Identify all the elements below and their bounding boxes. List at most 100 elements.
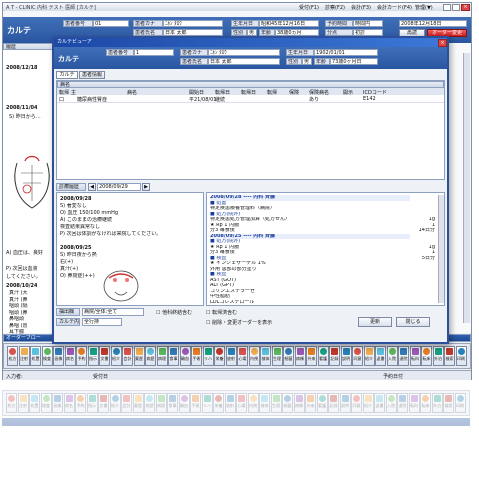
order-tool-button[interactable]: 説明 [340,346,352,366]
reflected-tool-button[interactable]: 病名 [63,393,75,413]
close-icon[interactable]: × [461,4,470,11]
order-tool-button[interactable]: 退院 [398,346,409,366]
order-tool-button[interactable]: 返書 [375,346,386,366]
reflected-tool-button[interactable]: 退院 [397,393,408,413]
vertical-scrollbar[interactable] [463,53,470,323]
order-tool-button[interactable]: 入院 [386,346,398,366]
reflected-tool-button[interactable]: 栄養 [213,393,224,413]
table-row[interactable]: 口 糖尿病性腎症 平21/08/01 継続 あり E142 [57,95,444,103]
order-tool-button[interactable]: 文書 [99,346,110,366]
order-tool-button[interactable]: 検索 [444,346,455,366]
order-tool-button[interactable]: 紹介 [110,346,122,366]
reflected-tool-button[interactable]: 検体 [259,393,270,413]
reserve-field[interactable]: 時間円 [353,20,383,27]
reflected-tool-button[interactable]: 輸血 [178,393,190,413]
reflected-tool-button[interactable]: 紹介 [362,393,374,413]
menu-uketsuke[interactable]: 受付(F1) [299,4,319,11]
dialog-close-icon[interactable]: × [438,39,447,47]
reflected-tool-button[interactable]: 注射 [17,393,29,413]
close-button[interactable]: 閉じる [396,317,430,327]
order-tool-button[interactable]: 指示 [87,346,99,366]
history-date-2[interactable]: 2008/11/04 [6,105,37,111]
reflected-tool-button[interactable]: 検査 [40,393,52,413]
order-tool-button[interactable]: 検体 [260,346,271,366]
patient-no-field[interactable]: 01 [93,20,129,27]
menu-kaikei[interactable]: 会計(F3) [351,4,371,11]
order-tool-button[interactable]: 検査 [41,346,53,366]
order-tool-button[interactable]: 薬歴 [133,346,145,366]
reflected-tool-button[interactable]: 文書 [98,393,109,413]
reflected-tool-button[interactable]: 生理 [270,393,282,413]
update-button[interactable]: 更新 [358,317,392,327]
order-tool-button[interactable]: 注射 [18,346,30,366]
reflected-tool-button[interactable]: 予約 [75,393,86,413]
reflected-tool-button[interactable]: 入院 [385,393,397,413]
reflected-tool-button[interactable]: 指示 [86,393,98,413]
order-tool-button[interactable]: 放射 [225,346,237,366]
reflected-tool-button[interactable]: 説明 [339,393,351,413]
reflected-tool-button[interactable]: 印刷 [454,393,466,413]
order-tool-button[interactable]: 生理 [271,346,283,366]
reflected-tool-button[interactable]: 手術 [190,393,201,413]
reflected-tool-button[interactable]: 画像 [52,393,63,413]
minimize-icon[interactable] [443,4,451,11]
tab-karte[interactable]: カルテ [56,71,78,79]
order-tool-button[interactable]: 処置 [30,346,41,366]
order-tool-button[interactable]: 印刷 [455,346,467,366]
order-tool-button[interactable]: 病歴 [145,346,156,366]
prev-date-button[interactable]: ◀ [88,183,96,191]
order-tool-button[interactable]: 紹介 [363,346,375,366]
order-tool-button[interactable]: 看護 [317,346,329,366]
reflected-tool-button[interactable]: リハ [201,393,213,413]
reflected-tool-button[interactable]: 食事 [167,393,178,413]
order-tool-button[interactable]: 心電 [237,346,248,366]
orders-scrollbar[interactable] [438,195,444,303]
history-date-select[interactable]: 2008/09/29 [97,183,141,191]
reflected-tool-button[interactable]: 薬歴 [132,393,144,413]
reflected-tool-button[interactable]: 内視 [247,393,259,413]
reflected-tool-button[interactable]: 処方 [6,393,17,413]
menu-kanri[interactable]: 管理(▼) [415,4,433,11]
reflected-tool-button[interactable]: 細菌 [282,393,293,413]
order-tool-button[interactable]: 転科 [409,346,421,366]
next-date-button[interactable]: ▶ [142,183,150,191]
order-tool-button[interactable]: 会計 [122,346,133,366]
order-tool-button[interactable]: 細菌 [283,346,294,366]
reflected-tool-button[interactable]: 検索 [443,393,454,413]
menu-kaikei-card[interactable]: 会計カード(F4) [377,4,412,11]
reflected-tool-button[interactable]: 病歴 [144,393,155,413]
order-tool-button[interactable]: 処方 [7,346,18,366]
reflected-tool-button[interactable]: 放射 [224,393,236,413]
reflected-tool-button[interactable]: 外泊 [431,393,443,413]
order-tool-button[interactable]: 食事 [168,346,179,366]
reflected-tool-button[interactable]: 記録 [328,393,339,413]
reflected-tool-button[interactable]: 心電 [236,393,247,413]
reflected-tool-button[interactable]: 処置 [29,393,40,413]
reflected-tool-button[interactable]: 紹介 [109,393,121,413]
maximize-icon[interactable] [452,4,460,11]
tab-patient-info[interactable]: 患者情報 [79,71,105,79]
order-tool-button[interactable]: 同意 [352,346,363,366]
visit-field[interactable]: 初診 [353,29,383,36]
history-date-1[interactable]: 2008/12/18 [6,65,37,71]
history-date-3[interactable]: 2008/10/24 [6,283,37,289]
order-tool-button[interactable]: 画像 [53,346,64,366]
reflected-tool-button[interactable]: 会計 [121,393,132,413]
order-tool-button[interactable]: 病名 [64,346,76,366]
reflected-tool-button[interactable]: 返書 [374,393,385,413]
menu-shinsatsu[interactable]: 診察(F2) [325,4,345,11]
reflected-tool-button[interactable]: 同意 [351,393,362,413]
order-tool-button[interactable]: 病棟 [294,346,306,366]
order-tool-button[interactable]: 予約 [76,346,87,366]
filter-sub-select[interactable]: 全行持 [82,318,122,326]
reflected-tool-button[interactable]: 転床 [420,393,431,413]
reflected-tool-button[interactable]: 看護 [316,393,328,413]
order-tool-button[interactable]: 病理 [156,346,168,366]
order-tool-button[interactable]: 記録 [329,346,340,366]
date-field[interactable]: 2008年12月18日 [399,20,467,27]
order-tool-button[interactable]: 外来 [306,346,317,366]
opt-deleted[interactable]: ☐ 削除・変更オーダーを表示 [206,319,272,326]
reflected-tool-button[interactable]: 外来 [305,393,316,413]
order-tool-button[interactable]: リハ [202,346,214,366]
order-tool-button[interactable]: 転床 [421,346,432,366]
